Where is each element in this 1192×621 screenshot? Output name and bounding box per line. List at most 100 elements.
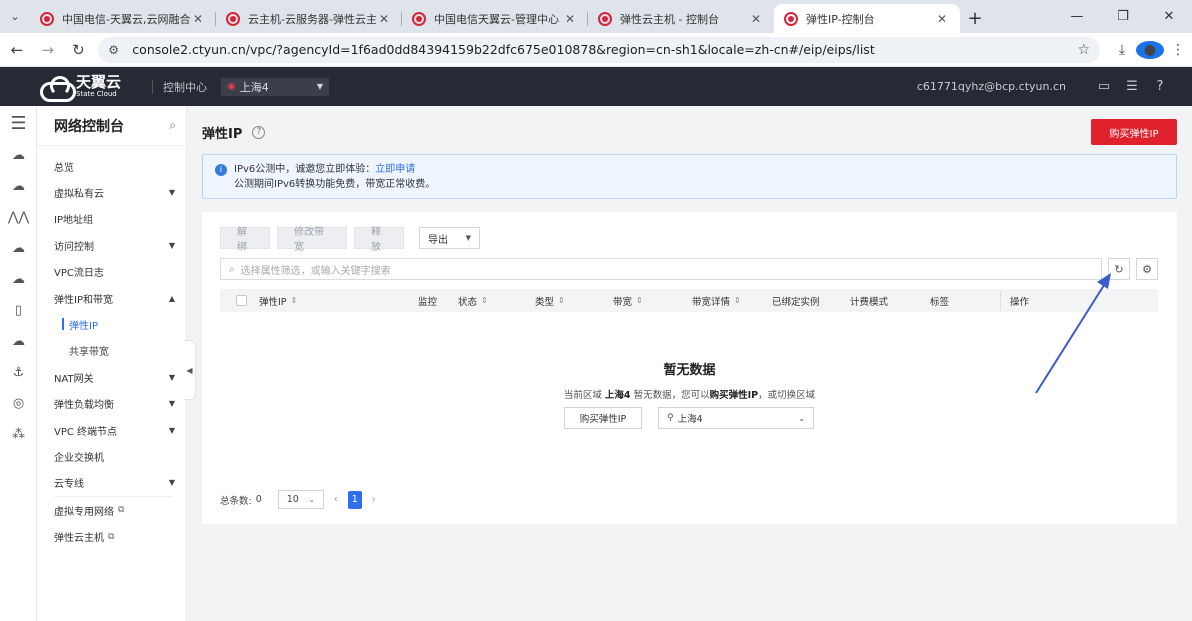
browser-tab[interactable]: 云主机-云服务器-弹性云主机-天 ✕ — [216, 4, 402, 33]
release-button[interactable]: 释放 — [354, 227, 404, 253]
cluster-icon[interactable]: ⁂ — [0, 419, 37, 450]
unbind-button[interactable]: 解绑 — [220, 227, 270, 253]
sidebar-title: 网络控制台 — [54, 118, 124, 135]
user-account[interactable]: c61771qyhz@bcp.ctyun.cn — [917, 80, 1066, 93]
prev-page-icon[interactable]: ‹ — [334, 494, 338, 505]
caret-down-icon: ▼ — [168, 478, 175, 488]
new-tab-plus-icon[interactable]: + — [960, 4, 990, 33]
cloud-server-icon[interactable]: ☁ — [0, 140, 37, 171]
sidebar-item-vpc-endpoint[interactable]: VPC 终端节点 ▼ — [37, 417, 186, 443]
browser-tabstrip: ⌄ 中国电信-天翼云,云网融合,安全 ✕ 云主机-云服务器-弹性云主机-天 ✕ … — [0, 0, 1192, 33]
sort-icon: ⇕ — [481, 296, 488, 305]
close-icon[interactable]: ✕ — [562, 12, 578, 26]
modify-bandwidth-button[interactable]: 修改带宽 — [277, 227, 347, 253]
sidebar-item-eip[interactable]: 弹性IP — [37, 311, 186, 337]
control-center-link[interactable]: 控制中心 — [163, 79, 207, 95]
minimize-icon[interactable]: — — [1054, 9, 1100, 24]
sidebar-item-direct-connect[interactable]: 云专线 ▼ — [37, 470, 186, 496]
address-bar[interactable]: ⚙ console2.ctyun.cn/vpc/?agencyId=1f6ad0… — [98, 36, 1100, 63]
sidebar-item-vpn[interactable]: 虚拟专用网络 ⧉ — [37, 497, 186, 523]
buy-eip-button[interactable]: 购买弹性IP — [1091, 119, 1177, 145]
bookmark-star-icon[interactable]: ☆ — [1077, 42, 1090, 58]
page-size-select[interactable]: 10 ⌄ — [277, 490, 324, 509]
ip-icon[interactable]: ◎ — [0, 388, 37, 419]
column-settings-button[interactable]: ⚙ — [1136, 258, 1158, 280]
sidebar-collapse-handle[interactable]: ◀ — [184, 340, 196, 400]
caret-up-icon: ▲ — [168, 293, 175, 303]
column-header[interactable]: 状态 ⇕ — [458, 289, 488, 312]
site-info-icon[interactable]: ⚙ — [108, 43, 126, 57]
refresh-button[interactable]: ↻ — [1108, 258, 1130, 280]
sidebar-item-enterprise-switch[interactable]: 企业交换机 — [37, 443, 186, 469]
search-icon[interactable]: ⌕ — [169, 118, 176, 133]
column-header[interactable]: 弹性IP ⇕ — [259, 289, 297, 312]
sidebar-item-overview[interactable]: 总览 — [37, 153, 186, 179]
sidebar-item-access-control[interactable]: 访问控制 ▼ — [37, 232, 186, 258]
anchor-icon[interactable]: ⚓ — [0, 357, 37, 388]
database-icon[interactable]: ▯ — [0, 295, 37, 326]
sidebar-item-eip-bandwidth[interactable]: 弹性IP和带宽 ▲ — [37, 285, 186, 311]
product-icon-rail: ☰ ☁ ☁ ⋀⋀ ☁ ☁ ▯ ☁ ⚓ ◎ ⁂ — [0, 106, 37, 621]
sidebar-item-nat-gateway[interactable]: NAT网关 ▼ — [37, 364, 186, 390]
back-arrow-icon[interactable]: ← — [3, 36, 31, 64]
browser-menu-icon[interactable]: ⋮ — [1164, 42, 1192, 58]
close-icon[interactable]: ✕ — [190, 12, 206, 26]
location-pin-icon: ⚲ — [667, 413, 674, 423]
column-header[interactable]: 带宽 ⇕ — [613, 289, 643, 312]
ctyun-logo[interactable]: 天翼云 State Cloud — [38, 75, 148, 102]
sidebar-item-vpc[interactable]: 虚拟私有云 ▼ — [37, 179, 186, 205]
cloud-upload-icon[interactable]: ☁ — [0, 264, 37, 295]
download-icon[interactable]: ⤓ — [1108, 42, 1136, 58]
search-placeholder: 选择属性筛选，或输入关键字搜索 — [240, 265, 391, 277]
browser-tab[interactable]: 中国电信天翼云-管理中心 ✕ — [402, 4, 588, 33]
column-header[interactable]: 带宽详情 ⇕ — [692, 289, 741, 312]
export-dropdown[interactable]: 导出 ▼ — [419, 227, 480, 249]
close-icon[interactable]: ✕ — [748, 12, 764, 26]
tab-search-chevron-icon[interactable]: ⌄ — [0, 0, 30, 33]
sidebar-item-ecs[interactable]: 弹性云主机 ⧉ — [37, 523, 186, 549]
profile-avatar-icon[interactable]: ● — [1136, 40, 1164, 59]
restore-icon[interactable]: ❐ — [1100, 9, 1146, 24]
close-icon[interactable]: ✕ — [934, 12, 950, 26]
cloud-icon[interactable]: ☁ — [0, 233, 37, 264]
empty-buy-eip-button[interactable]: 购买弹性IP — [564, 407, 642, 429]
page-number-current[interactable]: 1 — [347, 490, 362, 509]
url-text[interactable]: console2.ctyun.cn/vpc/?agencyId=1f6ad0dd… — [132, 42, 1077, 57]
reload-icon[interactable]: ↻ — [65, 36, 93, 64]
browser-tab[interactable]: 弹性云主机 - 控制台 ✕ — [588, 4, 774, 33]
column-header: 标签 — [930, 296, 950, 308]
sort-icon: ⇕ — [734, 296, 741, 305]
sidebar-item-shared-bandwidth[interactable]: 共享带宽 — [37, 338, 186, 364]
region-selector[interactable]: ◉ 上海4 ▼ — [221, 77, 329, 96]
sidebar-item-vpc-flowlog[interactable]: VPC流日志 — [37, 259, 186, 285]
hamburger-menu-icon[interactable]: ☰ — [0, 106, 37, 140]
sliders-icon[interactable]: ☰ — [1118, 79, 1146, 94]
cloud-outline-icon[interactable]: ☁ — [0, 326, 37, 357]
sidebar-item-ip-group[interactable]: IP地址组 — [37, 206, 186, 232]
caret-down-icon: ▼ — [168, 425, 175, 435]
sidebar-item-elb[interactable]: 弹性负载均衡 ▼ — [37, 391, 186, 417]
ctyun-favicon-icon — [40, 11, 54, 26]
network-console-sidebar: 网络控制台 ⌕ 总览 虚拟私有云 ▼ IP地址组 访问控制 ▼ VPC流日志 弹性I… — [37, 106, 187, 621]
help-icon[interactable]: ? — [1146, 79, 1174, 94]
select-all-checkbox[interactable] — [236, 289, 247, 312]
cloud-storage-icon[interactable]: ☁ — [0, 171, 37, 202]
network-icon[interactable]: ⋀⋀ — [0, 202, 37, 233]
gear-icon: ⚙ — [1142, 262, 1152, 276]
chevron-down-icon: ⌄ — [308, 495, 315, 504]
browser-tab[interactable]: 中国电信-天翼云,云网融合,安全 ✕ — [30, 4, 216, 33]
window-close-icon[interactable]: ✕ — [1146, 9, 1192, 24]
caret-down-icon: ▼ — [168, 372, 175, 382]
ctyun-favicon-icon — [598, 11, 612, 26]
message-icon[interactable]: ▭ — [1090, 79, 1118, 94]
forward-arrow-icon[interactable]: → — [34, 36, 62, 64]
browser-tab-active[interactable]: 弹性IP-控制台 ✕ — [774, 4, 960, 33]
search-input[interactable]: ⌕ 选择属性筛选，或输入关键字搜索 — [220, 258, 1102, 280]
close-icon[interactable]: ✕ — [376, 12, 392, 26]
help-question-icon[interactable]: ? — [252, 125, 266, 139]
column-header[interactable]: 类型 ⇕ — [535, 289, 565, 312]
apply-now-link[interactable]: 立即申请 — [375, 164, 415, 175]
search-icon: ⌕ — [229, 263, 235, 275]
region-switch-select[interactable]: ⚲ 上海4 ⌄ — [658, 407, 814, 429]
next-page-icon[interactable]: › — [372, 494, 376, 505]
